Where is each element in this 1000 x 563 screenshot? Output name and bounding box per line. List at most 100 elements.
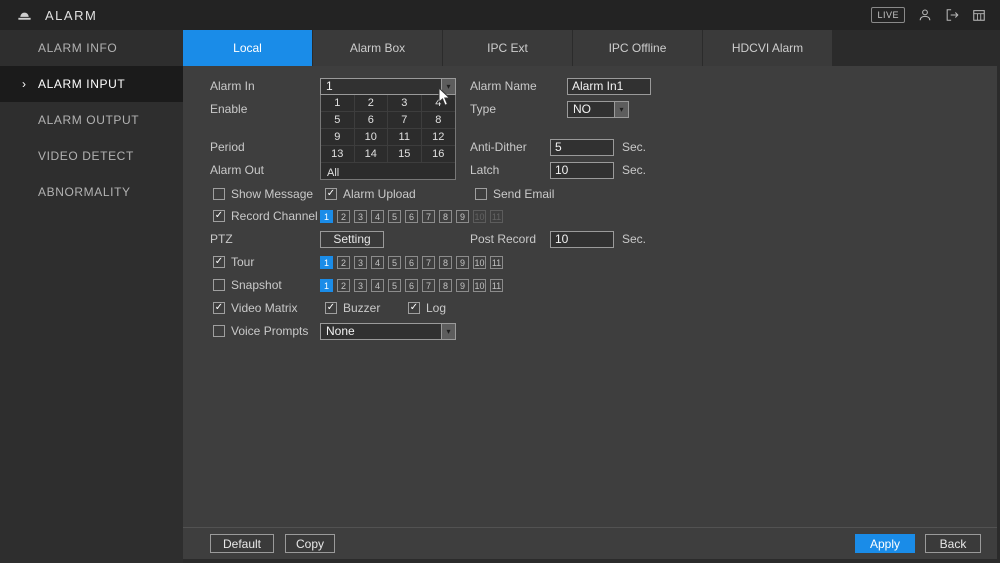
chevron-down-icon[interactable]: ▾	[614, 102, 628, 117]
chevron-down-icon[interactable]: ▾	[441, 79, 455, 94]
anti-dither-unit: Sec.	[622, 139, 646, 156]
channel-button[interactable]: 9	[456, 210, 469, 223]
channel-button[interactable]: 3	[354, 210, 367, 223]
channel-button[interactable]: 4	[371, 279, 384, 292]
sidebar-item[interactable]: ALARM INPUT	[0, 66, 183, 102]
dropdown-option[interactable]: 7	[388, 112, 422, 129]
sidebar: ALARM INFOALARM INPUTALARM OUTPUTVIDEO D…	[0, 30, 183, 563]
record-channel-checkbox[interactable]: ✓	[213, 210, 225, 222]
tab[interactable]: IPC Ext	[443, 30, 573, 66]
snapshot-checkbox[interactable]: ✓	[213, 279, 225, 291]
dropdown-option[interactable]: 15	[388, 146, 422, 163]
snapshot-label: Snapshot	[231, 277, 282, 294]
channel-button[interactable]: 1	[320, 279, 333, 292]
voice-prompts-checkbox[interactable]: ✓	[213, 325, 225, 337]
channel-button[interactable]: 8	[439, 256, 452, 269]
anti-dither-input[interactable]: 5	[550, 139, 614, 156]
dropdown-option[interactable]: 4	[422, 95, 456, 112]
dropdown-option[interactable]: 11	[388, 129, 422, 146]
channel-button[interactable]: 8	[439, 279, 452, 292]
buzzer-checkbox[interactable]: ✓	[325, 302, 337, 314]
dropdown-option[interactable]: 3	[388, 95, 422, 112]
sidebar-item[interactable]: VIDEO DETECT	[0, 138, 183, 174]
voice-prompts-value: None	[321, 324, 441, 339]
channel-button[interactable]: 2	[337, 279, 350, 292]
back-button[interactable]: Back	[925, 534, 981, 553]
check-icon: ✓	[215, 303, 223, 313]
channel-button[interactable]: 1	[320, 210, 333, 223]
channel-button[interactable]: 5	[388, 210, 401, 223]
channel-button[interactable]: 7	[422, 256, 435, 269]
logout-icon[interactable]	[945, 8, 959, 22]
alarm-upload-checkbox[interactable]: ✓	[325, 188, 337, 200]
tab[interactable]: Local	[183, 30, 313, 66]
tab[interactable]: HDCVI Alarm	[703, 30, 833, 66]
buzzer-label: Buzzer	[343, 300, 380, 317]
dropdown-option[interactable]: 9	[321, 129, 355, 146]
channel-button[interactable]: 9	[456, 279, 469, 292]
channel-button[interactable]: 3	[354, 256, 367, 269]
channel-button[interactable]: 10	[473, 210, 486, 223]
channel-button[interactable]: 11	[490, 279, 503, 292]
channel-button[interactable]: 10	[473, 279, 486, 292]
dropdown-option[interactable]: 16	[422, 146, 456, 163]
live-button[interactable]: LIVE	[871, 7, 905, 23]
channel-button[interactable]: 5	[388, 256, 401, 269]
dropdown-option-all[interactable]: All	[321, 165, 339, 181]
tab[interactable]: IPC Offline	[573, 30, 703, 66]
alarm-in-select[interactable]: 1 ▾	[320, 78, 456, 95]
alarm-in-dropdown: 12345678910111213141516 All	[320, 95, 456, 180]
channel-button[interactable]: 10	[473, 256, 486, 269]
post-record-input[interactable]: 10	[550, 231, 614, 248]
channel-button[interactable]: 3	[354, 279, 367, 292]
log-checkbox[interactable]: ✓	[408, 302, 420, 314]
video-matrix-checkbox[interactable]: ✓	[213, 302, 225, 314]
channel-button[interactable]: 1	[320, 256, 333, 269]
latch-input[interactable]: 10	[550, 162, 614, 179]
send-email-label: Send Email	[493, 186, 554, 203]
apply-button[interactable]: Apply	[855, 534, 915, 553]
dropdown-option[interactable]: 14	[355, 146, 389, 163]
ptz-setting-button[interactable]: Setting	[320, 231, 384, 248]
dropdown-option[interactable]: 1	[321, 95, 355, 112]
channel-button[interactable]: 2	[337, 210, 350, 223]
channel-button[interactable]: 2	[337, 256, 350, 269]
channel-button[interactable]: 7	[422, 210, 435, 223]
send-email-checkbox[interactable]: ✓	[475, 188, 487, 200]
channel-button[interactable]: 9	[456, 256, 469, 269]
calendar-icon[interactable]	[972, 8, 986, 22]
dropdown-option[interactable]: 5	[321, 112, 355, 129]
channel-button[interactable]: 5	[388, 279, 401, 292]
sidebar-item[interactable]: ABNORMALITY	[0, 174, 183, 210]
alarm-name-input[interactable]: Alarm In1	[567, 78, 651, 95]
sidebar-item[interactable]: ALARM OUTPUT	[0, 102, 183, 138]
channel-button[interactable]: 6	[405, 210, 418, 223]
default-button[interactable]: Default	[210, 534, 274, 553]
voice-prompts-label: Voice Prompts	[231, 323, 308, 340]
dropdown-option[interactable]: 13	[321, 146, 355, 163]
channel-button[interactable]: 4	[371, 210, 384, 223]
channel-button[interactable]: 8	[439, 210, 452, 223]
channel-button[interactable]: 6	[405, 279, 418, 292]
show-message-checkbox[interactable]: ✓	[213, 188, 225, 200]
channel-button[interactable]: 11	[490, 256, 503, 269]
dropdown-option[interactable]: 8	[422, 112, 456, 129]
dropdown-option[interactable]: 2	[355, 95, 389, 112]
tab[interactable]: Alarm Box	[313, 30, 443, 66]
tour-checkbox[interactable]: ✓	[213, 256, 225, 268]
latch-label: Latch	[470, 162, 499, 179]
channel-button[interactable]: 7	[422, 279, 435, 292]
sidebar-item[interactable]: ALARM INFO	[0, 30, 183, 66]
dropdown-option[interactable]: 10	[355, 129, 389, 146]
dropdown-option[interactable]: 12	[422, 129, 456, 146]
type-select[interactable]: NO ▾	[567, 101, 629, 118]
copy-button[interactable]: Copy	[285, 534, 335, 553]
channel-button[interactable]: 6	[405, 256, 418, 269]
alarm-upload-label: Alarm Upload	[343, 186, 416, 203]
channel-button[interactable]: 11	[490, 210, 503, 223]
voice-prompts-select[interactable]: None ▾	[320, 323, 456, 340]
chevron-down-icon[interactable]: ▾	[441, 324, 455, 339]
user-icon[interactable]	[918, 8, 932, 22]
channel-button[interactable]: 4	[371, 256, 384, 269]
dropdown-option[interactable]: 6	[355, 112, 389, 129]
